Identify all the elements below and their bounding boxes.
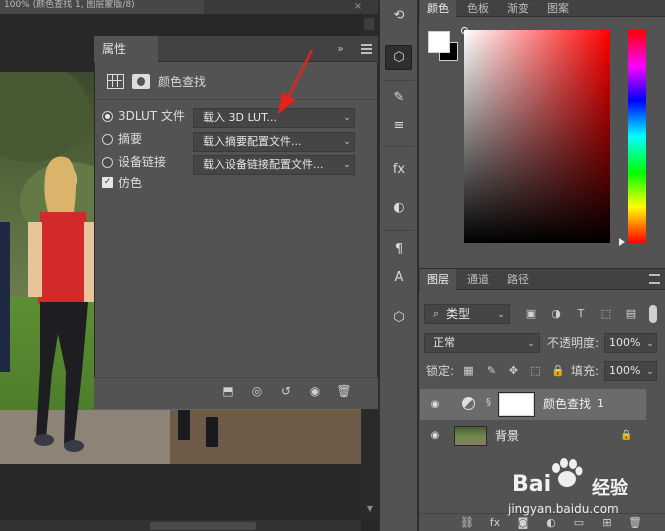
view-previous-icon[interactable]: ◎ — [248, 383, 266, 399]
layer-mask-icon[interactable] — [132, 74, 150, 89]
chevron-down-icon[interactable]: ⌄ — [645, 339, 655, 349]
divider — [95, 99, 377, 100]
color-lookup-icon — [107, 74, 124, 89]
brush-settings-icon[interactable]: ✎ — [388, 88, 410, 108]
filter-shape-icon[interactable]: ⬚ — [599, 307, 613, 321]
watermark-url: jingyan.baidu.com — [508, 502, 619, 516]
divider — [383, 146, 414, 147]
lock-paint-icon[interactable]: ✎ — [485, 364, 498, 378]
chevron-down-icon: ⌄ — [343, 160, 351, 170]
dither-label: 仿色 — [118, 176, 143, 190]
fill-label: 填充: — [571, 364, 600, 378]
clip-to-layer-icon[interactable]: ⬒ — [219, 383, 237, 399]
foreground-color-swatch[interactable] — [428, 31, 450, 53]
link-icon[interactable]: § — [486, 396, 494, 410]
layer-name: 背景 — [495, 429, 520, 443]
lock-move-icon[interactable]: ✥ — [507, 364, 520, 378]
panel-menu-icon[interactable] — [649, 274, 660, 284]
lock-artboard-icon[interactable]: ⬚ — [529, 364, 542, 378]
panel-menu-icon[interactable] — [361, 44, 372, 54]
tab-swatches[interactable]: 色板 — [460, 0, 496, 17]
layer-name-suffix: 1 — [597, 397, 604, 410]
close-icon[interactable]: × — [352, 1, 364, 13]
option-label-abstract: 摘要 — [118, 132, 143, 146]
adjustment-title: 颜色查找 — [158, 75, 207, 89]
properties-panel — [94, 36, 378, 409]
opacity-label: 不透明度: — [547, 336, 600, 350]
chevron-down-icon: ⌄ — [343, 113, 351, 123]
annotation-arrow-icon — [278, 49, 314, 114]
blend-mode-dropdown[interactable]: 正常 — [424, 333, 540, 353]
option-label-3dlut: 3DLUT 文件 — [118, 109, 185, 123]
tab-paths[interactable]: 路径 — [500, 269, 536, 290]
radio-device-link[interactable] — [102, 157, 113, 168]
filter-toggle[interactable] — [649, 305, 657, 323]
3d-object-icon[interactable]: ⬡ — [388, 308, 410, 328]
reset-icon[interactable]: ↺ — [277, 383, 295, 399]
clone-source-icon[interactable]: ◐ — [388, 198, 410, 218]
load-abstract-dropdown[interactable]: 载入摘要配置文件... — [193, 132, 355, 152]
chevron-down-icon: ⌄ — [497, 310, 505, 320]
link-layers-icon[interactable]: ⛓ — [460, 516, 474, 530]
filter-pixel-icon[interactable]: ▣ — [524, 307, 538, 321]
tab-properties[interactable]: 属性 — [94, 36, 158, 62]
lock-all-icon[interactable]: 🔒 — [551, 364, 565, 378]
watermark-text: Bai — [512, 472, 552, 497]
3d-cube-icon[interactable]: ⬡ — [388, 48, 410, 68]
hue-slider-marker[interactable] — [619, 238, 625, 246]
adjustment-layer-icon — [462, 397, 475, 410]
character-icon[interactable]: A — [388, 268, 410, 288]
tab-patterns[interactable]: 图案 — [540, 0, 576, 17]
fx-icon[interactable]: fx — [388, 160, 410, 180]
tab-layers[interactable]: 图层 — [420, 269, 456, 290]
chevron-down-icon[interactable]: ▼ — [363, 504, 377, 516]
lock-icon: 🔒 — [620, 430, 633, 441]
paw-logo-icon — [552, 458, 583, 487]
layer-filter-label: 类型 — [446, 307, 471, 321]
option-label-device-link: 设备链接 — [118, 155, 167, 169]
filter-adjustment-icon[interactable]: ◑ — [549, 307, 563, 321]
chevron-down-icon[interactable]: ⌄ — [645, 367, 655, 377]
saturation-brightness-field[interactable] — [464, 30, 610, 243]
layer-thumbnail — [454, 426, 487, 446]
load-device-link-dropdown[interactable]: 载入设备链接配置文件... — [193, 155, 355, 175]
layer-name: 颜色查找 — [543, 397, 592, 411]
chevron-down-icon: ⌄ — [343, 137, 351, 147]
tab-color[interactable]: 颜色 — [420, 0, 456, 17]
adjustments-icon[interactable]: ≡ — [388, 116, 410, 136]
dither-checkbox[interactable]: ✓ — [102, 177, 113, 188]
chevron-down-icon: ⌄ — [527, 339, 535, 349]
radio-3dlut-file[interactable] — [102, 111, 113, 122]
divider — [383, 230, 414, 231]
tab-channels[interactable]: 通道 — [460, 269, 496, 290]
document-tab[interactable]: 100% (颜色查找 1, 图层蒙版/8) — [0, 0, 204, 14]
tab-gradients[interactable]: 渐变 — [500, 0, 536, 17]
color-picker-marker[interactable] — [461, 27, 468, 34]
paragraph-icon[interactable]: ¶ — [388, 240, 410, 260]
divider — [383, 80, 414, 81]
hue-slider[interactable] — [628, 30, 646, 243]
watermark-suffix: 经验 — [592, 478, 628, 499]
eye-icon[interactable]: ◉ — [428, 400, 442, 410]
filter-smart-object-icon[interactable]: ▤ — [624, 307, 638, 321]
filter-type-icon[interactable]: T — [574, 307, 588, 321]
lock-label: 锁定: — [426, 364, 455, 378]
trash-icon[interactable]: 🗑 — [335, 383, 353, 399]
radio-abstract[interactable] — [102, 134, 113, 145]
visibility-icon[interactable]: ◉ — [306, 383, 324, 399]
search-icon: ⌕ — [432, 307, 440, 320]
eye-icon[interactable]: ◉ — [428, 431, 442, 441]
fx-icon[interactable]: fx — [488, 516, 502, 530]
history-icon[interactable]: ⟲ — [388, 6, 410, 26]
collapse-panel-icon[interactable]: » — [337, 42, 351, 56]
horizontal-scroll-thumb[interactable] — [150, 522, 256, 530]
lock-pixels-icon[interactable]: ▦ — [462, 364, 475, 378]
baidu-watermark: Bai 经验 jingyan.baidu.com — [508, 458, 658, 524]
layer-mask-thumbnail[interactable] — [499, 393, 534, 416]
vertical-scroll-thumb[interactable] — [364, 18, 374, 30]
